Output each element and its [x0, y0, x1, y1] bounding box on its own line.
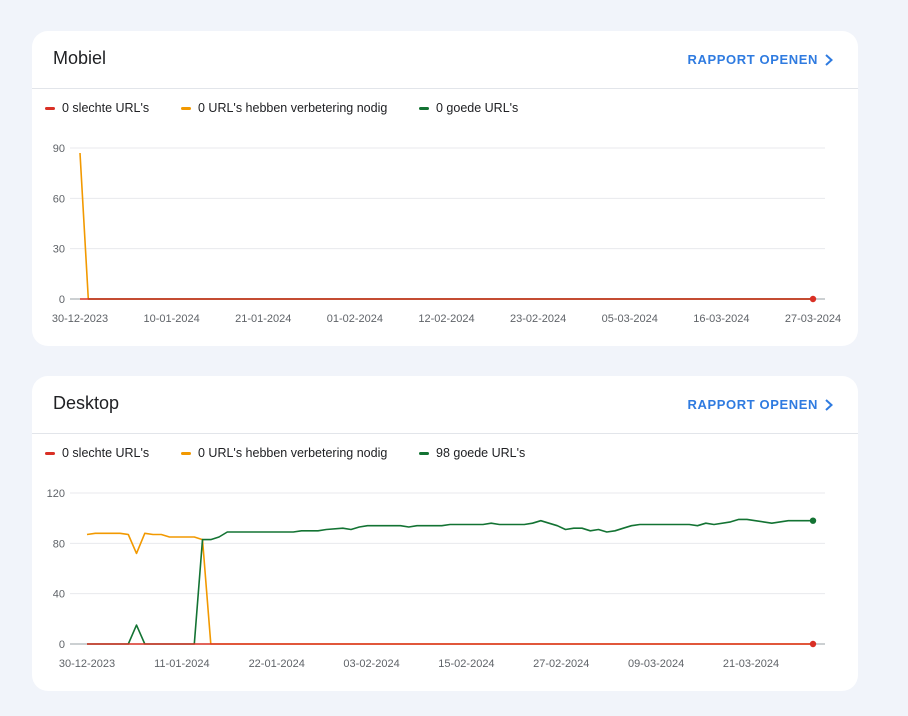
- y-tick-label: 0: [59, 294, 65, 306]
- x-tick-label: 30-12-2023: [52, 313, 108, 325]
- x-tick-label: 12-02-2024: [418, 313, 474, 325]
- x-tick-label: 05-03-2024: [602, 313, 658, 325]
- x-tick-label: 09-03-2024: [628, 658, 684, 670]
- x-tick-label: 03-02-2024: [343, 658, 399, 670]
- x-tick-label: 23-02-2024: [510, 313, 566, 325]
- y-tick-label: 90: [53, 143, 65, 155]
- y-tick-label: 80: [53, 538, 65, 550]
- x-tick-label: 01-02-2024: [327, 313, 383, 325]
- x-tick-label: 15-02-2024: [438, 658, 494, 670]
- x-tick-label: 10-01-2024: [143, 313, 199, 325]
- y-tick-label: 60: [53, 193, 65, 205]
- desktop-card: Desktop RAPPORT OPENEN 0 slechte URL's 0…: [32, 376, 858, 691]
- x-tick-label: 16-03-2024: [693, 313, 749, 325]
- y-tick-label: 30: [53, 244, 65, 256]
- series-end-point: [809, 517, 817, 524]
- x-tick-label: 22-01-2024: [249, 658, 305, 670]
- y-tick-label: 40: [53, 589, 65, 601]
- y-tick-label: 0: [59, 639, 65, 651]
- x-tick-label: 21-03-2024: [723, 658, 779, 670]
- series-line: [79, 152, 813, 300]
- x-tick-label: 27-02-2024: [533, 658, 589, 670]
- y-tick-label: 120: [47, 488, 65, 500]
- mobile-line-chart: 0 30 60 90 30-12-2023 10-01-2024 21-01-2024 01-…: [52, 143, 841, 325]
- mobile-card: Mobiel RAPPORT OPENEN 0 slechte URL's 0 …: [32, 31, 858, 346]
- x-tick-label: 27-03-2024: [785, 313, 841, 325]
- x-tick-label: 21-01-2024: [235, 313, 291, 325]
- desktop-line-chart: 0 40 80 120 30-12-2023 11-01-2024 22-01-2024 03…: [47, 488, 825, 670]
- x-tick-label: 11-01-2024: [154, 658, 209, 670]
- series-end-point: [809, 640, 817, 648]
- series-end-point: [809, 295, 817, 303]
- x-tick-label: 30-12-2023: [59, 658, 115, 670]
